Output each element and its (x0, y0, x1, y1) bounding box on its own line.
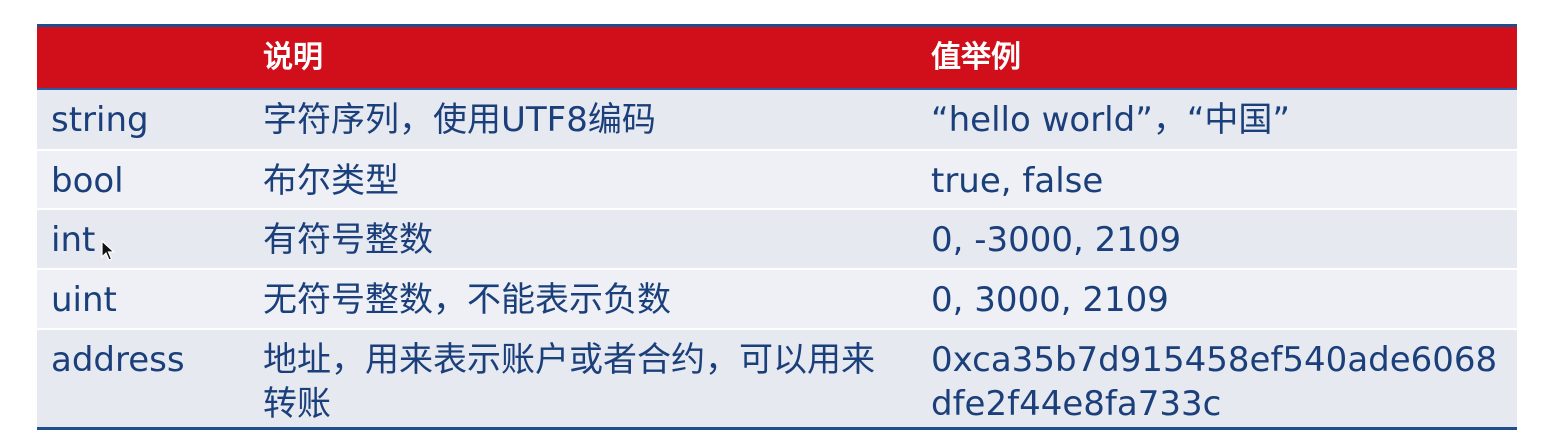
type-cell: uint (51, 280, 117, 320)
description-cell: 布尔类型 (263, 161, 399, 201)
example-cell: “hello world”，“中国” (931, 100, 1291, 140)
table-row: int 有符号整数 0, -3000, 2109 (37, 210, 1517, 270)
types-table: 说明 值举例 string 字符序列，使用UTF8编码 “hello world… (37, 24, 1517, 430)
table-header-row: 说明 值举例 (37, 27, 1517, 90)
description-cell: 字符序列，使用UTF8编码 (263, 100, 656, 140)
example-cell: 0xca35b7d915458ef540ade6068dfe2f44e8fa73… (931, 340, 1498, 424)
description-cell: 有符号整数 (263, 220, 433, 260)
example-cell: true, false (931, 161, 1104, 201)
description-cell: 地址，用来表示账户或者合约，可以用来转账 (263, 340, 875, 424)
type-cell: bool (51, 161, 124, 201)
table-row: bool 布尔类型 true, false (37, 151, 1517, 210)
mouse-pointer-icon (101, 240, 115, 261)
table-row: string 字符序列，使用UTF8编码 “hello world”，“中国” (37, 90, 1517, 151)
type-cell: address (51, 340, 185, 380)
table-row: uint 无符号整数，不能表示负数 0, 3000, 2109 (37, 270, 1517, 330)
header-example: 值举例 (931, 39, 1021, 75)
example-cell: 0, 3000, 2109 (931, 280, 1169, 320)
header-description: 说明 (263, 39, 323, 75)
type-cell: string (51, 100, 149, 140)
example-cell: 0, -3000, 2109 (931, 220, 1182, 260)
type-cell: int (51, 220, 96, 260)
table-row: address 地址，用来表示账户或者合约，可以用来转账 0xca35b7d91… (37, 330, 1517, 427)
description-cell: 无符号整数，不能表示负数 (263, 280, 671, 320)
